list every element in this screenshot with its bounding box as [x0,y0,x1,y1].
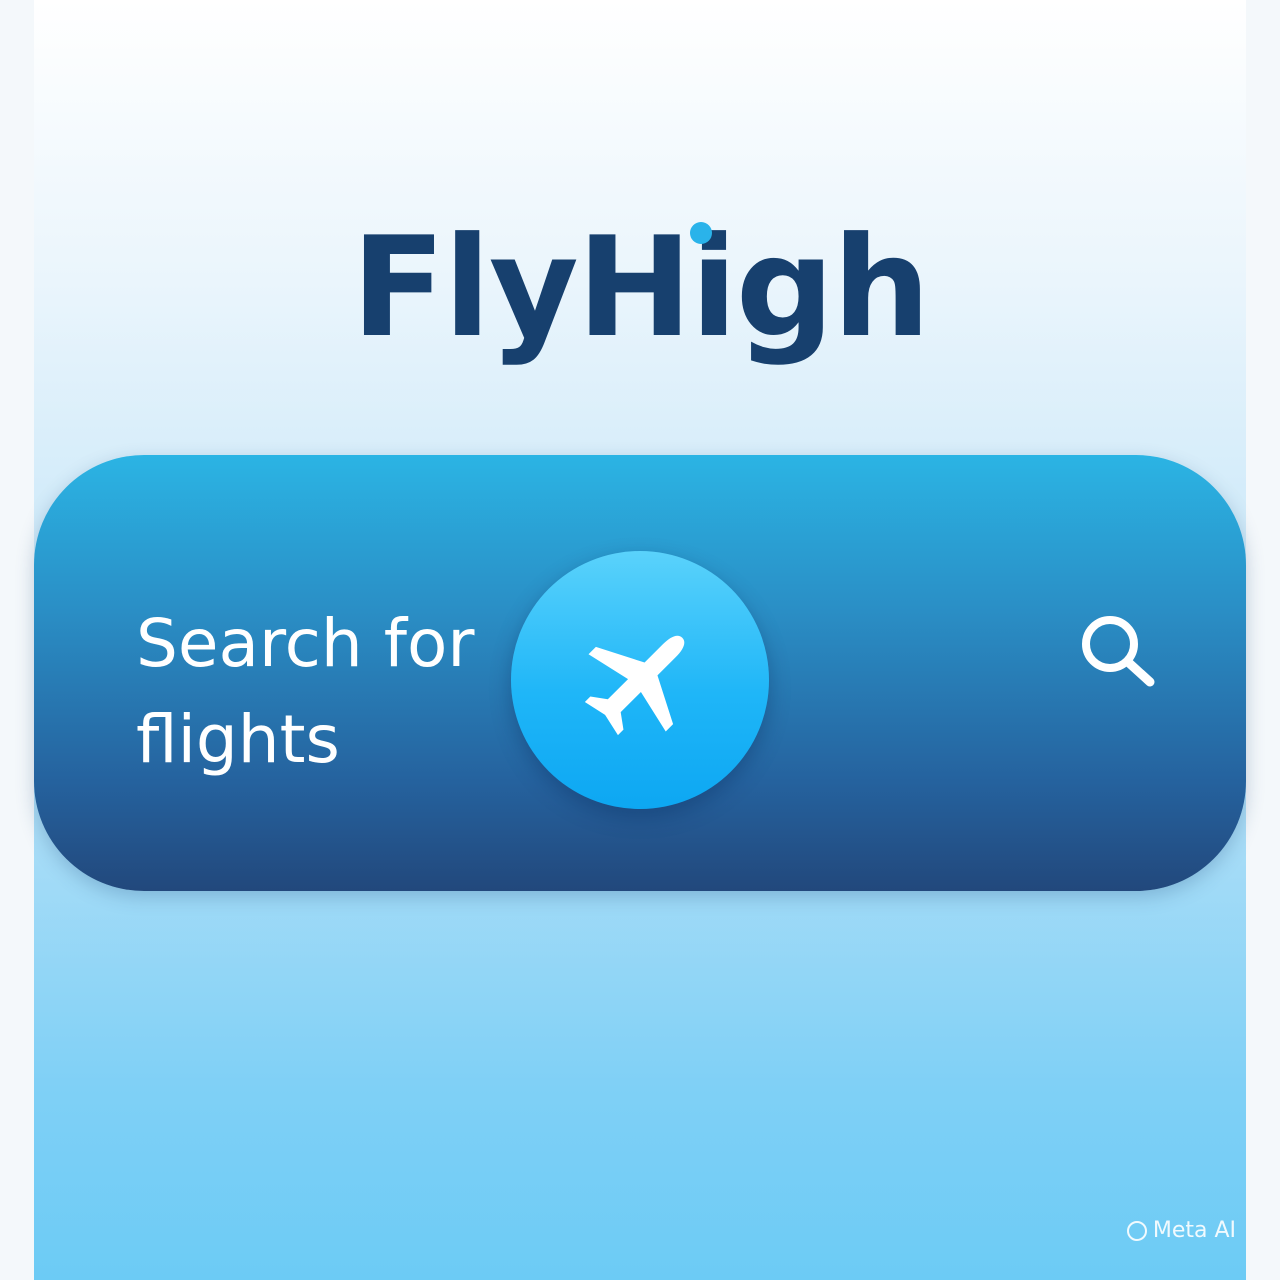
brand-logo: FlyHigh [351,207,930,368]
search-label-line2: flights [136,701,340,778]
watermark-text: Meta AI [1152,1218,1236,1243]
logo-accent-dot [690,222,712,244]
magnifier-icon[interactable] [1074,610,1164,690]
watermark: Meta AI [1126,1218,1236,1243]
search-label-line1: Search for [136,605,475,682]
airplane-icon [584,635,685,736]
watermark-ring-icon [1126,1220,1147,1241]
flight-search-button[interactable] [511,551,769,809]
search-placeholder[interactable]: Search for flights [136,596,516,788]
